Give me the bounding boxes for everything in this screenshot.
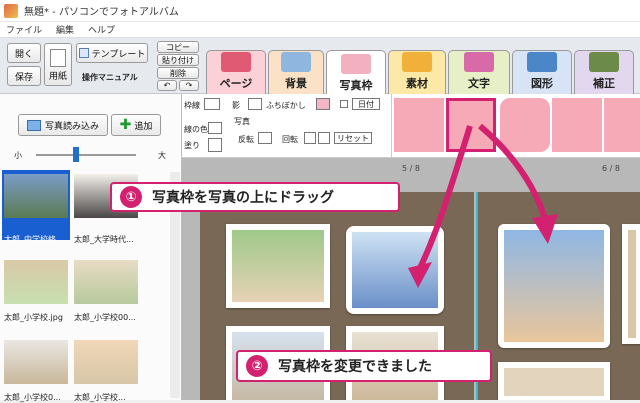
step2-number: ②	[246, 355, 268, 377]
callout-step1: ① 写真枠を写真の上にドラッグ	[110, 182, 400, 212]
drag-arrow-to-photo	[417, 125, 473, 270]
callout-step2: ② 写真枠を変更できました	[236, 350, 492, 382]
arrow-head	[408, 262, 432, 288]
step2-text: 写真枠を変更できました	[278, 359, 432, 375]
arrow-head	[532, 214, 558, 244]
step1-number: ①	[120, 186, 142, 208]
drag-arrow-to-boy	[478, 123, 549, 223]
step1-text: 写真枠を写真の上にドラッグ	[152, 190, 334, 206]
